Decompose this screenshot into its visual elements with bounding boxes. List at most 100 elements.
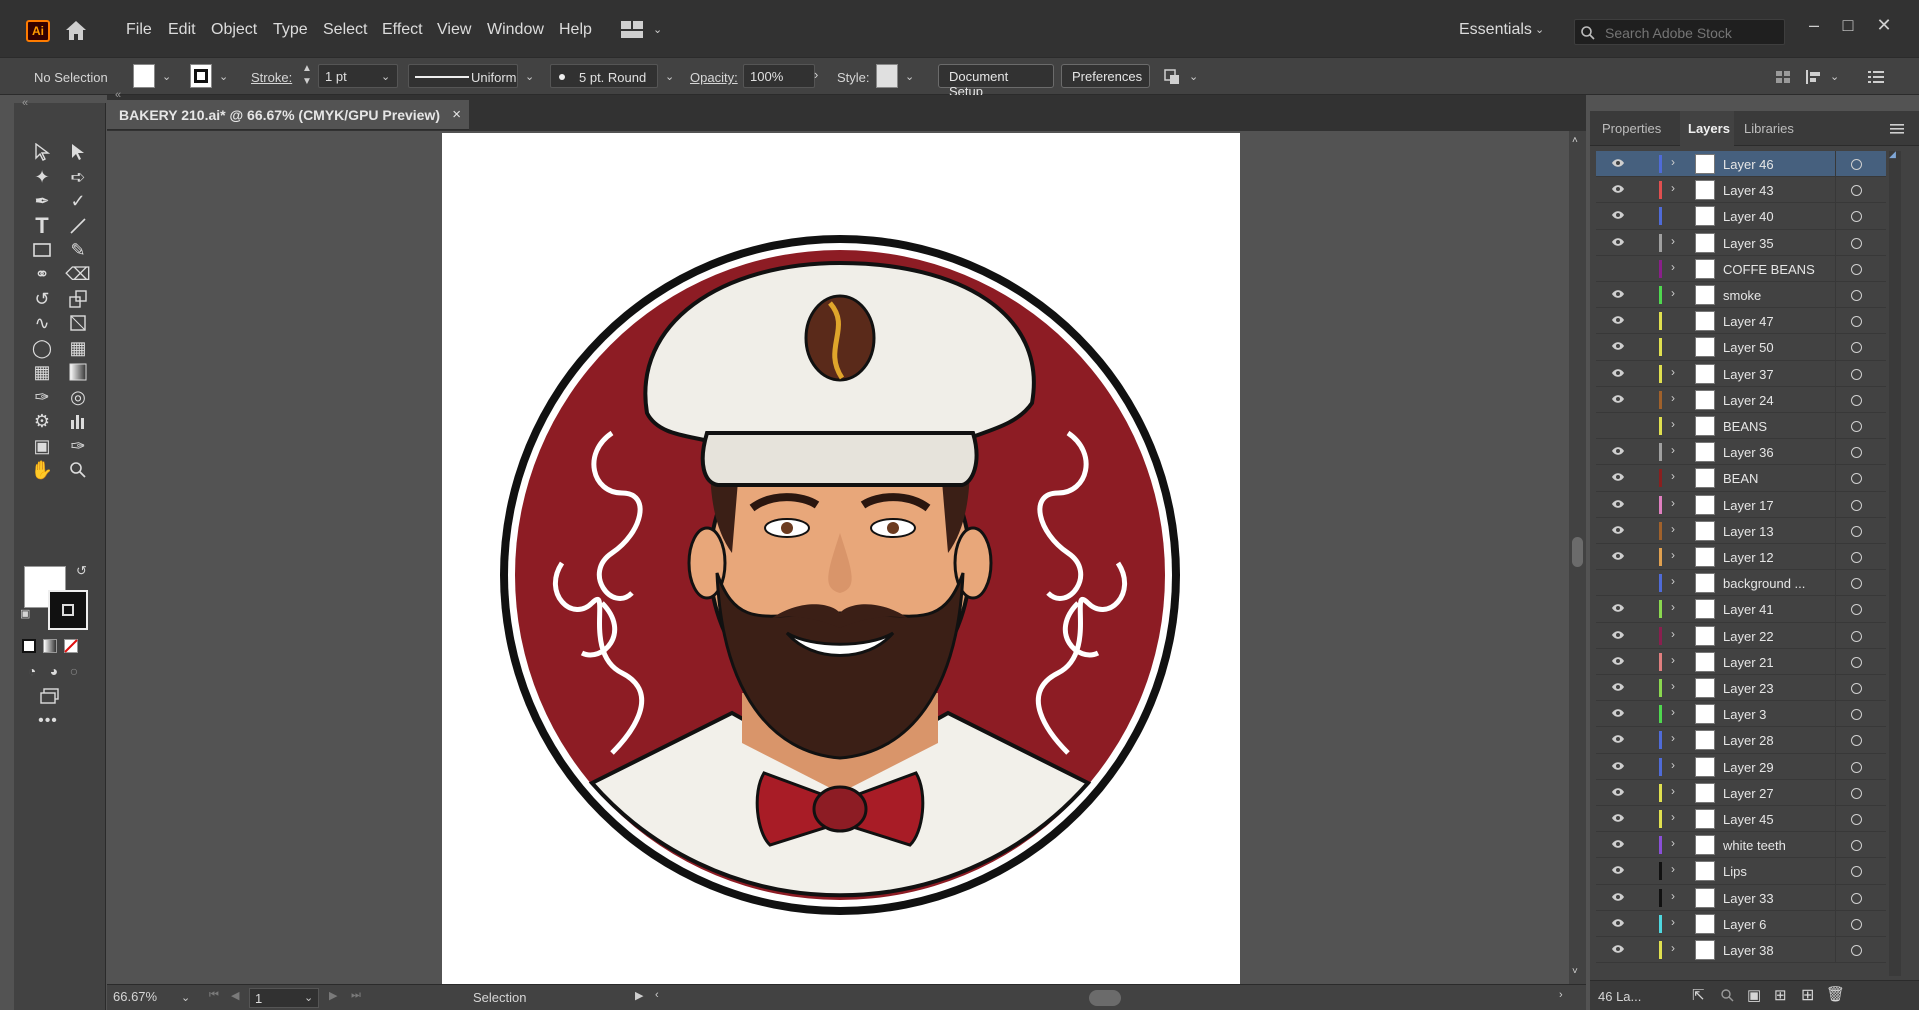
expand-chevron-icon[interactable]: › — [1671, 260, 1675, 274]
type-tool-icon[interactable]: T — [28, 213, 56, 239]
chevron-down-icon[interactable]: ⌄ — [665, 70, 674, 83]
layer-name[interactable]: Layer 28 — [1723, 733, 1774, 748]
stroke-profile-dropdown[interactable]: Uniform — [408, 64, 518, 88]
scroll-up-icon[interactable]: ◢ — [1889, 149, 1896, 160]
visibility-eye-icon[interactable] — [1611, 813, 1625, 823]
layer-row[interactable]: › Layer 41 — [1596, 596, 1886, 623]
width-tool-icon[interactable]: ∿ — [28, 310, 56, 336]
target-circle-icon[interactable] — [1851, 945, 1862, 956]
layer-name[interactable]: Layer 24 — [1723, 393, 1774, 408]
chevron-down-icon[interactable]: ⌄ — [1535, 23, 1544, 36]
chevron-down-icon[interactable]: ⌄ — [162, 70, 171, 83]
layer-row[interactable]: › Layer 38 — [1596, 937, 1886, 964]
visibility-eye-icon[interactable] — [1611, 184, 1625, 194]
layer-row[interactable]: › Layer 35 — [1596, 229, 1886, 256]
color-mode-icon[interactable] — [22, 639, 36, 653]
layer-name[interactable]: Layer 6 — [1723, 917, 1766, 932]
menu-file[interactable]: File — [126, 21, 152, 39]
panel-menu-icon[interactable] — [1868, 70, 1884, 84]
target-circle-icon[interactable] — [1851, 263, 1862, 275]
close-tab-icon[interactable]: × — [452, 106, 461, 123]
shape-builder-tool-icon[interactable]: ◯ — [28, 335, 56, 361]
expand-chevron-icon[interactable]: › — [1671, 181, 1675, 195]
target-circle-icon[interactable] — [1851, 918, 1862, 930]
visibility-eye-icon[interactable] — [1611, 499, 1625, 509]
target-circle-icon[interactable] — [1851, 473, 1862, 485]
expand-chevron-icon[interactable]: › — [1671, 391, 1675, 405]
line-tool-icon[interactable] — [64, 213, 92, 239]
expand-chevron-icon[interactable]: › — [1671, 627, 1675, 641]
visibility-toggle-empty[interactable] — [1611, 420, 1625, 430]
mesh-tool-icon[interactable]: ▦ — [28, 359, 56, 385]
menu-help[interactable]: Help — [559, 21, 592, 39]
target-circle-icon[interactable] — [1851, 237, 1862, 249]
hand-tool-icon[interactable]: ✋ — [28, 457, 56, 483]
target-circle-icon[interactable] — [1851, 552, 1862, 563]
expand-chevron-icon[interactable]: › — [1671, 286, 1675, 300]
vertical-scrollbar[interactable]: ˄ ˅ — [1569, 131, 1586, 984]
tab-properties[interactable]: Properties — [1602, 121, 1661, 136]
layer-row[interactable]: › Layer 33 — [1596, 884, 1886, 911]
expand-chevron-icon[interactable]: › — [1671, 679, 1675, 693]
menu-object[interactable]: Object — [211, 21, 257, 39]
first-artboard-icon[interactable]: ⏮ — [209, 989, 219, 1002]
brush-dropdown[interactable]: 5 pt. Round — [550, 64, 658, 88]
layer-row[interactable]: Layer 50 — [1596, 334, 1886, 361]
expand-chevron-icon[interactable]: › — [1671, 234, 1675, 248]
pen-tool-icon[interactable]: ✒ — [28, 188, 56, 214]
layer-row[interactable]: › COFFE BEANS — [1596, 255, 1886, 282]
target-circle-icon[interactable] — [1851, 787, 1862, 799]
layer-row[interactable]: › Layer 37 — [1596, 360, 1886, 387]
document-setup-button[interactable]: Document Setup — [938, 64, 1054, 99]
more-tools-icon[interactable]: ••• — [34, 708, 62, 734]
target-circle-icon[interactable] — [1851, 525, 1862, 537]
target-circle-icon[interactable] — [1851, 185, 1862, 197]
stepper-down-icon[interactable]: ▼ — [302, 76, 312, 87]
expand-chevron-icon[interactable]: › — [1671, 496, 1675, 510]
target-circle-icon[interactable] — [1851, 290, 1862, 301]
expand-chevron-icon[interactable]: › — [1671, 365, 1675, 379]
menu-type[interactable]: Type — [273, 21, 308, 39]
scale-tool-icon[interactable] — [64, 286, 92, 312]
visibility-eye-icon[interactable] — [1611, 892, 1625, 902]
tab-libraries[interactable]: Libraries — [1744, 121, 1794, 136]
menu-effect[interactable]: Effect — [382, 21, 423, 39]
close-window-button[interactable]: ✕ — [1872, 15, 1896, 35]
visibility-toggle-empty[interactable] — [1611, 263, 1625, 273]
target-circle-icon[interactable] — [1851, 604, 1862, 616]
visibility-eye-icon[interactable] — [1611, 865, 1625, 875]
visibility-eye-icon[interactable] — [1611, 394, 1625, 404]
layer-name[interactable]: Layer 13 — [1723, 524, 1774, 539]
layer-name[interactable]: Layer 41 — [1723, 602, 1774, 617]
layer-row[interactable]: › Layer 46 — [1596, 151, 1886, 178]
magic-wand-tool-icon[interactable]: ✦ — [28, 164, 56, 190]
visibility-eye-icon[interactable] — [1611, 289, 1625, 299]
perspective-grid-tool-icon[interactable]: ▦ — [64, 335, 92, 361]
target-circle-icon[interactable] — [1851, 316, 1862, 328]
eyedropper-tool-icon[interactable]: ✑ — [28, 384, 56, 410]
previous-artboard-icon[interactable]: ◀ — [231, 989, 239, 1002]
visibility-eye-icon[interactable] — [1611, 237, 1625, 247]
layer-row[interactable]: › background ... — [1596, 570, 1886, 597]
layer-name[interactable]: Layer 17 — [1723, 498, 1774, 513]
layer-name[interactable]: Layer 33 — [1723, 891, 1774, 906]
default-colors-icon[interactable]: ▣ — [20, 607, 30, 620]
visibility-eye-icon[interactable] — [1611, 708, 1625, 718]
swap-colors-icon[interactable]: ↺ — [76, 563, 87, 579]
visibility-eye-icon[interactable] — [1611, 761, 1625, 771]
layer-name[interactable]: Layer 12 — [1723, 550, 1774, 565]
layer-name[interactable]: Layer 35 — [1723, 236, 1774, 251]
expand-chevron-icon[interactable]: › — [1671, 810, 1675, 824]
target-circle-icon[interactable] — [1851, 447, 1862, 459]
layer-name[interactable]: smoke — [1723, 288, 1761, 303]
expand-chevron-icon[interactable]: › — [1671, 731, 1675, 745]
maximize-button[interactable]: □ — [1836, 15, 1860, 35]
workspace-layout-icon[interactable] — [621, 21, 645, 39]
expand-chevron-icon[interactable]: › — [1671, 600, 1675, 614]
target-circle-icon[interactable] — [1851, 159, 1862, 170]
visibility-eye-icon[interactable] — [1611, 341, 1625, 351]
opacity-label[interactable]: Opacity: — [690, 70, 738, 85]
layer-name[interactable]: Layer 21 — [1723, 655, 1774, 670]
delete-layer-icon[interactable]: 🗑 — [1826, 985, 1845, 1003]
target-circle-icon[interactable] — [1851, 735, 1862, 747]
